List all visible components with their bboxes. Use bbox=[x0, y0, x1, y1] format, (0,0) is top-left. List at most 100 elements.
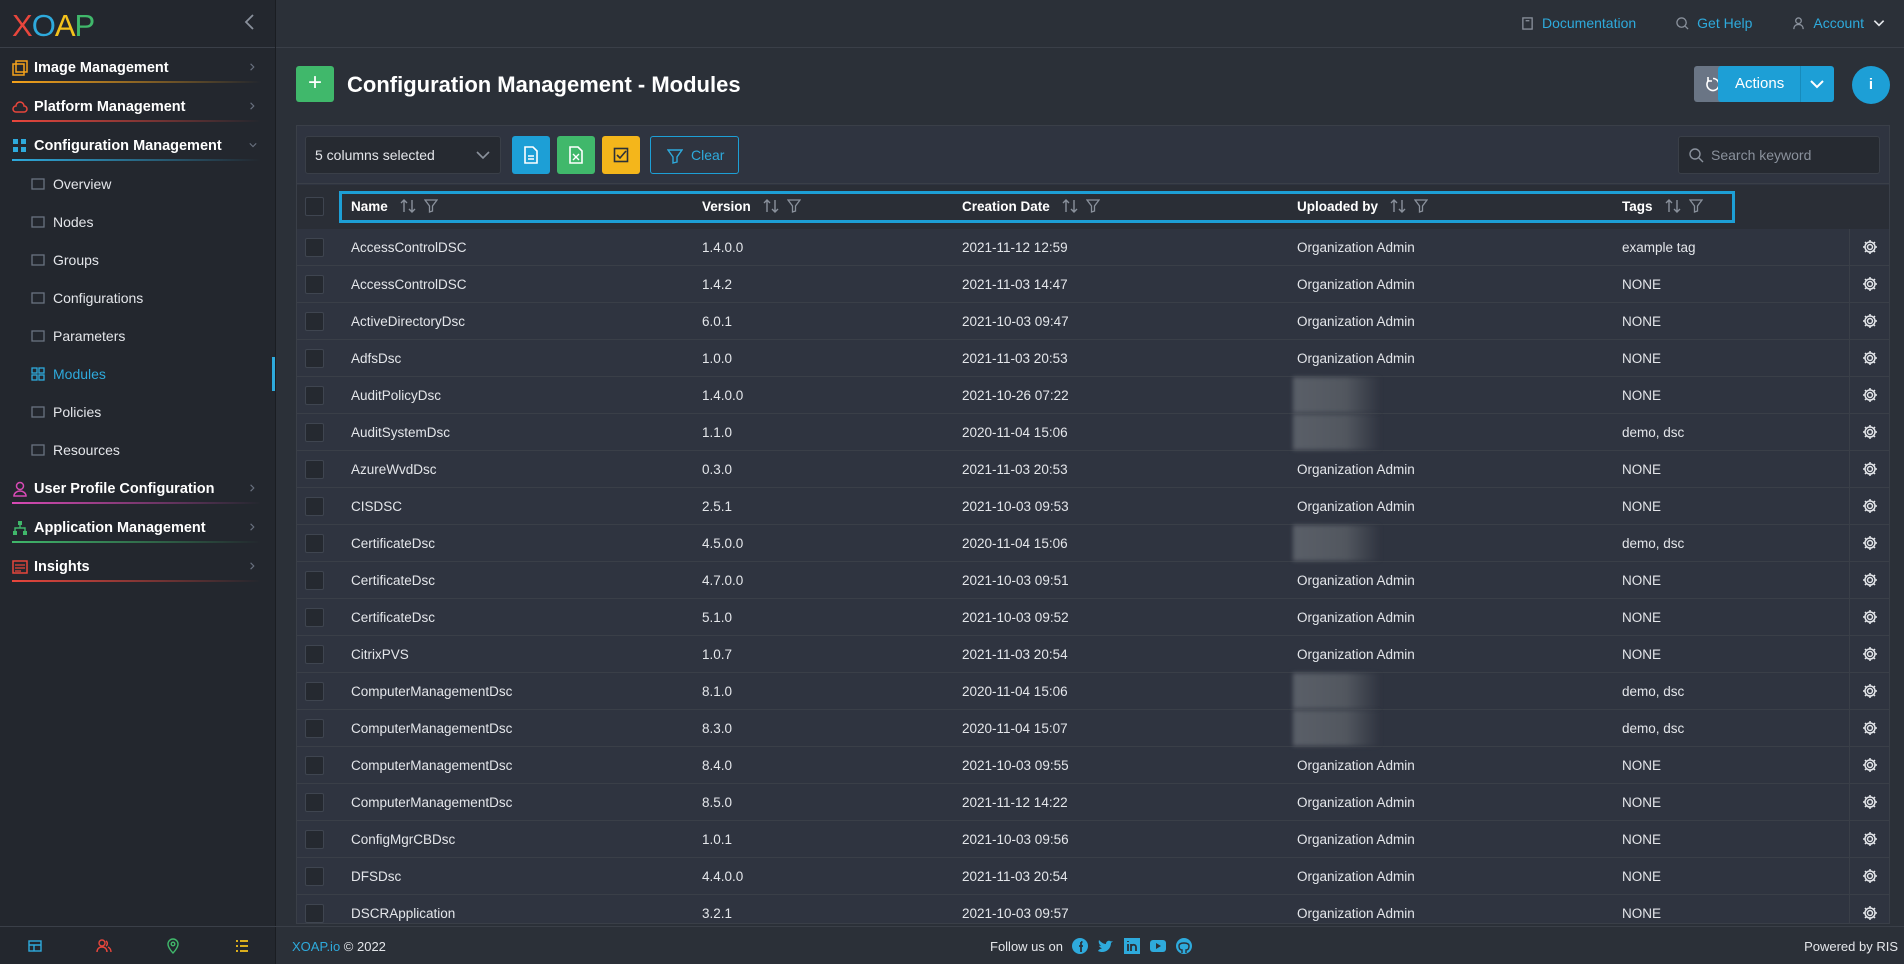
sidebar-section-user-profile-configuration[interactable]: User Profile Configuration bbox=[0, 469, 275, 508]
filter-icon[interactable] bbox=[1688, 199, 1703, 213]
select-all-checkbox[interactable] bbox=[305, 197, 324, 216]
table-row[interactable]: ComputerManagementDsc 8.5.0 2021-11-12 14:… bbox=[297, 784, 1889, 821]
row-checkbox[interactable] bbox=[305, 238, 324, 257]
get-help-link[interactable]: Get Help bbox=[1676, 15, 1752, 31]
sidebar-item-nodes[interactable]: Nodes bbox=[0, 203, 275, 241]
row-settings-button[interactable] bbox=[1849, 266, 1889, 302]
filter-icon[interactable] bbox=[1414, 199, 1429, 213]
column-header-name[interactable]: Name bbox=[351, 198, 438, 214]
account-menu[interactable]: Account bbox=[1792, 15, 1886, 31]
sidebar-section-insights[interactable]: Insights bbox=[0, 547, 275, 586]
table-row[interactable]: AdfsDsc 1.0.0 2021-11-03 20:53 Organization… bbox=[297, 340, 1889, 377]
clear-filter-button[interactable]: Clear bbox=[650, 136, 739, 174]
row-settings-button[interactable] bbox=[1849, 673, 1889, 709]
row-checkbox[interactable] bbox=[305, 423, 324, 442]
export-excel-button[interactable] bbox=[557, 136, 595, 174]
row-settings-button[interactable] bbox=[1849, 451, 1889, 487]
twitter-icon[interactable] bbox=[1097, 937, 1115, 955]
row-checkbox[interactable] bbox=[305, 386, 324, 405]
row-checkbox[interactable] bbox=[305, 719, 324, 738]
sort-icon[interactable] bbox=[763, 198, 779, 214]
users-icon[interactable] bbox=[95, 938, 112, 954]
row-settings-button[interactable] bbox=[1849, 377, 1889, 413]
table-row[interactable]: AccessControlDSC 1.4.0.0 2021-11-12 12:59 O… bbox=[297, 229, 1889, 266]
xoap-logo[interactable]: XOAP bbox=[12, 8, 95, 44]
sidebar-item-configurations[interactable]: Configurations bbox=[0, 279, 275, 317]
github-icon[interactable] bbox=[1175, 937, 1193, 955]
row-settings-button[interactable] bbox=[1849, 747, 1889, 783]
row-checkbox[interactable] bbox=[305, 534, 324, 553]
row-checkbox[interactable] bbox=[305, 312, 324, 331]
row-checkbox[interactable] bbox=[305, 349, 324, 368]
dashboard-icon[interactable] bbox=[27, 938, 43, 954]
table-row[interactable]: CertificateDsc 4.7.0.0 2021-10-03 09:51 Org… bbox=[297, 562, 1889, 599]
column-selector[interactable]: 5 columns selected bbox=[305, 136, 501, 174]
table-row[interactable]: AuditPolicyDsc 1.4.0.0 2021-10-26 07:22 NON… bbox=[297, 377, 1889, 414]
table-row[interactable]: ActiveDirectoryDsc 6.0.1 2021-10-03 09:47 O… bbox=[297, 303, 1889, 340]
row-settings-button[interactable] bbox=[1849, 858, 1889, 894]
footer-brand-link[interactable]: XOAP.io bbox=[292, 939, 340, 954]
column-header-tags[interactable]: Tags bbox=[1622, 198, 1703, 214]
filter-icon[interactable] bbox=[786, 199, 801, 213]
row-settings-button[interactable] bbox=[1849, 340, 1889, 376]
row-settings-button[interactable] bbox=[1849, 636, 1889, 672]
row-checkbox[interactable] bbox=[305, 904, 324, 923]
table-row[interactable]: DFSDsc 4.4.0.0 2021-11-03 20:54 Organizatio… bbox=[297, 858, 1889, 895]
row-checkbox[interactable] bbox=[305, 645, 324, 664]
table-row[interactable]: AccessControlDSC 1.4.2 2021-11-03 14:47 Org… bbox=[297, 266, 1889, 303]
row-settings-button[interactable] bbox=[1849, 303, 1889, 339]
sort-icon[interactable] bbox=[400, 198, 416, 214]
row-checkbox[interactable] bbox=[305, 793, 324, 812]
filter-icon[interactable] bbox=[1085, 199, 1100, 213]
facebook-icon[interactable] bbox=[1071, 937, 1089, 955]
table-row[interactable]: CertificateDsc 4.5.0.0 2020-11-04 15:06 dem… bbox=[297, 525, 1889, 562]
table-row[interactable]: CitrixPVS 1.0.7 2021-11-03 20:54 Organizati… bbox=[297, 636, 1889, 673]
table-row[interactable]: CISDSC 2.5.1 2021-10-03 09:53 Organization … bbox=[297, 488, 1889, 525]
row-checkbox[interactable] bbox=[305, 571, 324, 590]
sidebar-item-groups[interactable]: Groups bbox=[0, 241, 275, 279]
row-checkbox[interactable] bbox=[305, 830, 324, 849]
row-settings-button[interactable] bbox=[1849, 414, 1889, 450]
table-row[interactable]: ComputerManagementDsc 8.3.0 2020-11-04 15:… bbox=[297, 710, 1889, 747]
search-input[interactable]: Search keyword bbox=[1678, 136, 1880, 174]
row-checkbox[interactable] bbox=[305, 275, 324, 294]
tasks-icon[interactable] bbox=[234, 938, 250, 954]
sort-icon[interactable] bbox=[1665, 198, 1681, 214]
row-checkbox[interactable] bbox=[305, 867, 324, 886]
sidebar-section-application-management[interactable]: Application Management bbox=[0, 508, 275, 547]
sidebar-item-resources[interactable]: Resources bbox=[0, 431, 275, 469]
documentation-link[interactable]: Documentation bbox=[1521, 15, 1636, 31]
table-row[interactable]: DSCRApplication 3.2.1 2021-10-03 09:57 Orga… bbox=[297, 895, 1889, 923]
sidebar-item-modules[interactable]: Modules bbox=[0, 355, 275, 393]
row-checkbox[interactable] bbox=[305, 497, 324, 516]
sort-icon[interactable] bbox=[1062, 198, 1078, 214]
row-settings-button[interactable] bbox=[1849, 562, 1889, 598]
row-settings-button[interactable] bbox=[1849, 525, 1889, 561]
sort-icon[interactable] bbox=[1390, 198, 1406, 214]
actions-button[interactable]: Actions bbox=[1718, 66, 1834, 102]
sidebar-section-platform-management[interactable]: Platform Management bbox=[0, 87, 275, 126]
table-row[interactable]: AuditSystemDsc 1.1.0 2020-11-04 15:06 demo,… bbox=[297, 414, 1889, 451]
sidebar-item-parameters[interactable]: Parameters bbox=[0, 317, 275, 355]
sidebar-section-image-management[interactable]: Image Management bbox=[0, 48, 275, 87]
filter-icon[interactable] bbox=[423, 199, 438, 213]
chevron-down-icon[interactable] bbox=[1810, 78, 1824, 90]
sidebar-item-overview[interactable]: Overview bbox=[0, 165, 275, 203]
column-header-version[interactable]: Version bbox=[702, 198, 801, 214]
add-module-button[interactable]: + bbox=[296, 66, 334, 102]
row-checkbox[interactable] bbox=[305, 756, 324, 775]
table-row[interactable]: CertificateDsc 5.1.0 2021-10-03 09:52 Organ… bbox=[297, 599, 1889, 636]
select-all-button[interactable] bbox=[602, 136, 640, 174]
table-row[interactable]: ConfigMgrCBDsc 1.0.1 2021-10-03 09:56 Organ… bbox=[297, 821, 1889, 858]
row-settings-button[interactable] bbox=[1849, 599, 1889, 635]
row-checkbox[interactable] bbox=[305, 608, 324, 627]
column-header-creation-date[interactable]: Creation Date bbox=[962, 198, 1100, 214]
sidebar-item-policies[interactable]: Policies bbox=[0, 393, 275, 431]
linkedin-icon[interactable] bbox=[1123, 937, 1141, 955]
row-settings-button[interactable] bbox=[1849, 710, 1889, 746]
youtube-icon[interactable] bbox=[1149, 937, 1167, 955]
row-checkbox[interactable] bbox=[305, 460, 324, 479]
table-row[interactable]: AzureWvdDsc 0.3.0 2021-11-03 20:53 Organiza… bbox=[297, 451, 1889, 488]
export-csv-button[interactable] bbox=[512, 136, 550, 174]
row-checkbox[interactable] bbox=[305, 682, 324, 701]
